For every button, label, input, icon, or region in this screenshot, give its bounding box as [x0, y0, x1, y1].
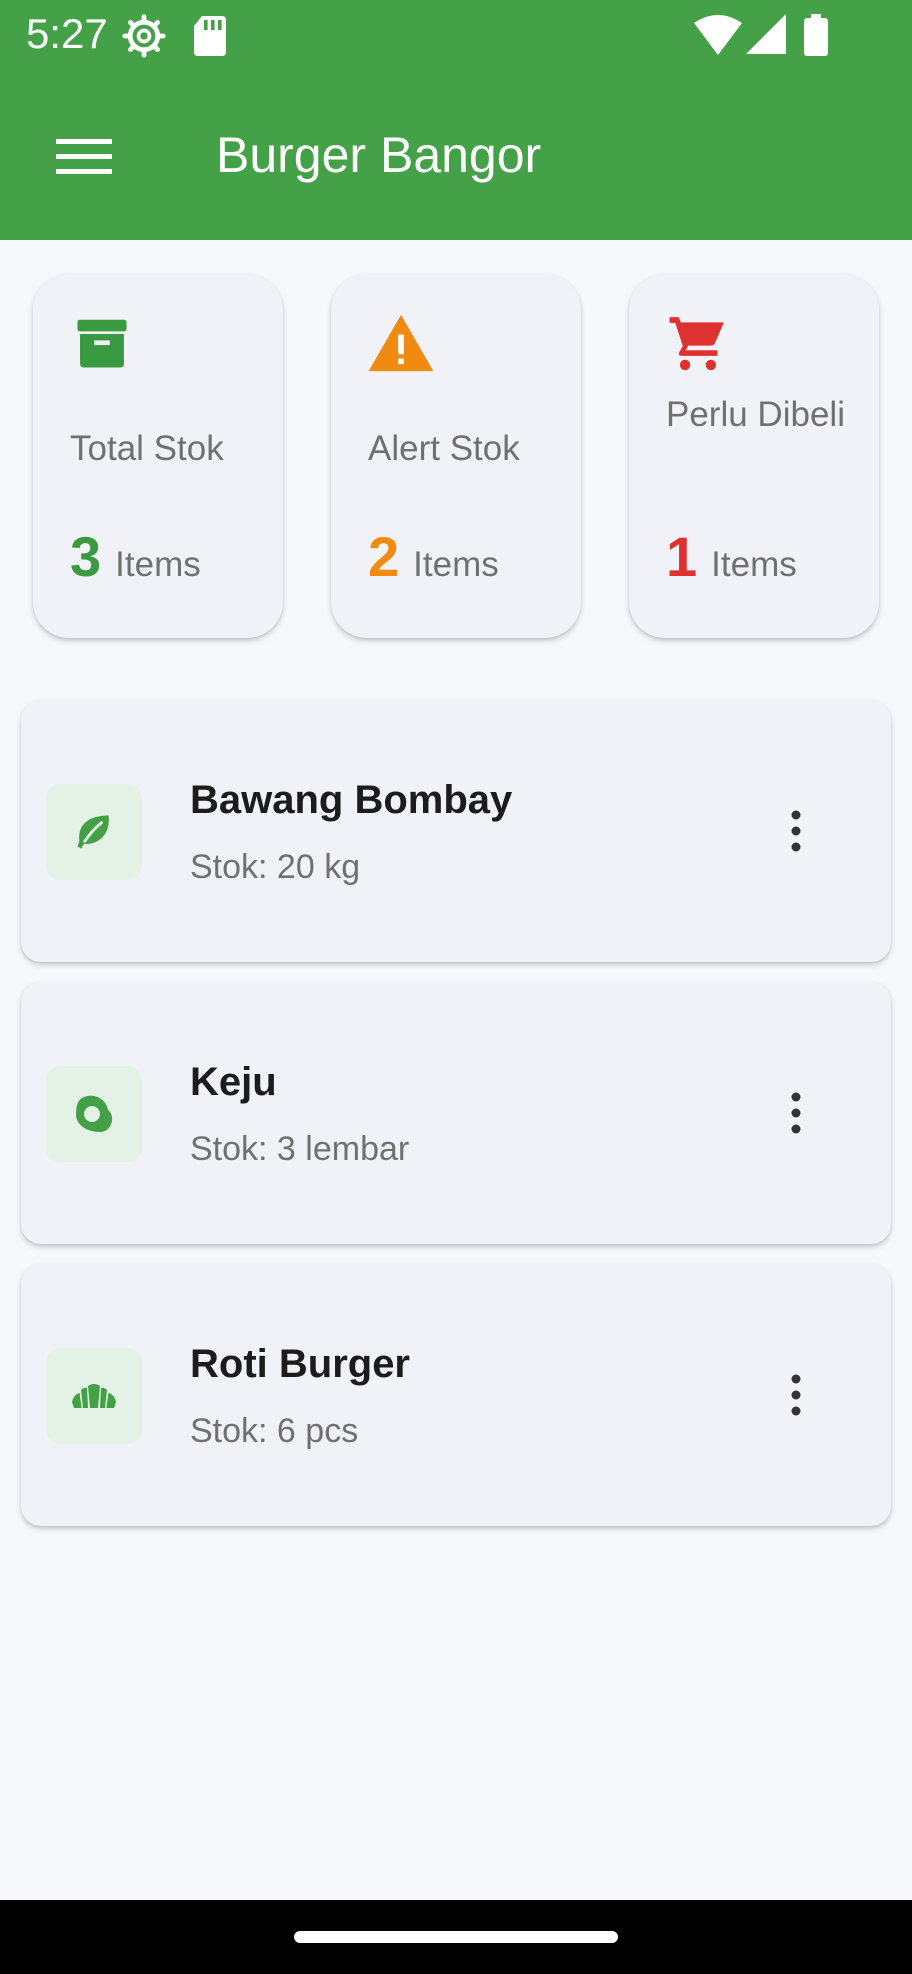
archive-box-icon: [71, 312, 133, 379]
item-name: Bawang Bombay: [190, 778, 513, 822]
warning-icon: [367, 312, 435, 379]
summary-unit: Items: [115, 545, 201, 584]
home-gesture-handle[interactable]: [294, 1931, 618, 1943]
status-time: 5:27: [26, 10, 108, 57]
settings-icon: [122, 14, 166, 63]
list-item[interactable]: Roti Burger Stok: 6 pcs: [21, 1264, 891, 1526]
summary-card-alert-stok[interactable]: Alert Stok 2 Items: [331, 274, 581, 638]
more-vert-icon: [791, 810, 801, 852]
summary-count: 1: [666, 525, 698, 588]
screen: 5:27 Burger Bangor Total Stok 3 Items Al…: [0, 0, 912, 1974]
more-options-button[interactable]: [761, 1078, 831, 1148]
app-title: Burger Bangor: [216, 127, 542, 183]
summary-count: 3: [70, 525, 102, 588]
summary-value-row: 1 Items: [666, 524, 797, 604]
list-item[interactable]: Keju Stok: 3 lembar: [21, 982, 891, 1244]
summary-value-row: 3 Items: [70, 524, 201, 604]
item-stock: Stok: 6 pcs: [190, 1412, 359, 1450]
menu-button[interactable]: [38, 120, 130, 192]
summary-count: 2: [368, 525, 400, 588]
summary-unit: Items: [413, 545, 499, 584]
leaf-icon: [77, 815, 109, 849]
more-vert-icon: [791, 1374, 801, 1416]
summary-card-total-stok[interactable]: Total Stok 3 Items: [33, 274, 283, 638]
summary-value-row: 2 Items: [368, 524, 499, 604]
cheese-egg-icon: [76, 1095, 113, 1132]
sd-card-icon: [192, 14, 228, 63]
item-avatar: [46, 1348, 142, 1444]
more-options-button[interactable]: [761, 796, 831, 866]
hamburger-menu-icon: [56, 139, 112, 174]
item-stock: Stok: 20 kg: [190, 848, 361, 886]
item-avatar: [46, 784, 142, 880]
summary-unit: Items: [711, 545, 797, 584]
item-avatar: [46, 1066, 142, 1162]
item-name: Keju: [190, 1060, 277, 1104]
signal-icon: [746, 14, 786, 59]
cart-icon: [665, 312, 731, 379]
list-item[interactable]: Bawang Bombay Stok: 20 kg: [21, 700, 891, 962]
item-stock: Stok: 3 lembar: [190, 1130, 410, 1168]
more-options-button[interactable]: [761, 1360, 831, 1430]
item-name: Roti Burger: [190, 1342, 410, 1386]
more-vert-icon: [791, 1092, 801, 1134]
battery-icon: [804, 14, 828, 61]
summary-label: Alert Stok: [368, 429, 520, 468]
app-bar: 5:27 Burger Bangor: [0, 0, 912, 240]
summary-card-perlu-dibeli[interactable]: Perlu Dibeli 1 Items: [629, 274, 879, 638]
summary-label: Total Stok: [70, 429, 224, 468]
summary-label: Perlu Dibeli: [666, 395, 845, 434]
wifi-icon: [694, 14, 742, 61]
bread-icon: [72, 1384, 116, 1408]
